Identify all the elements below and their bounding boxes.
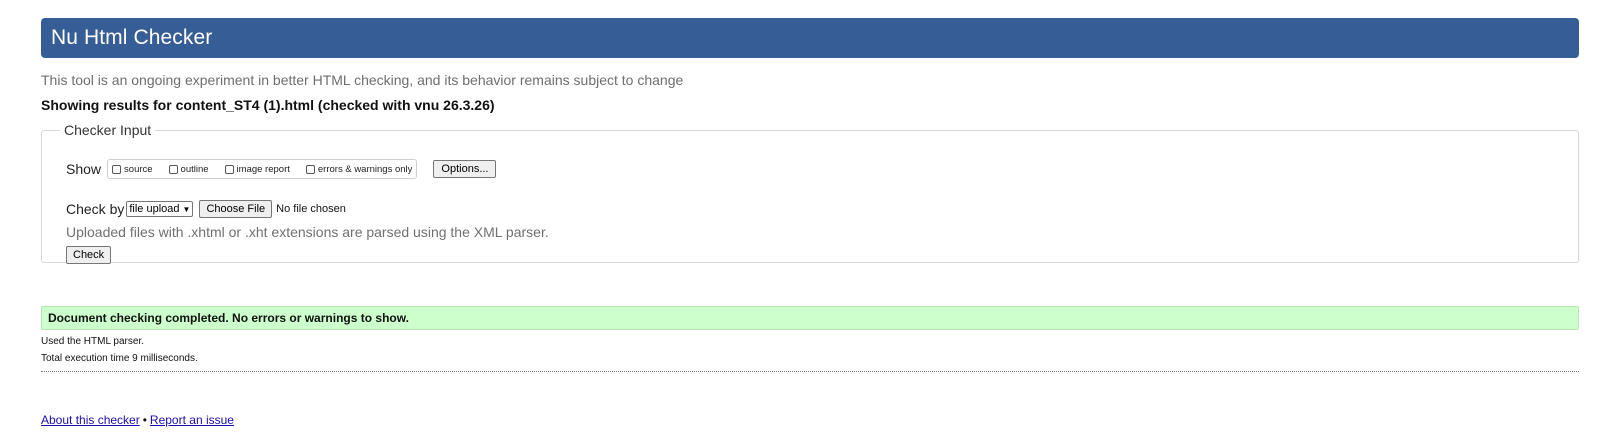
errors-warnings-checkbox[interactable] bbox=[305, 164, 315, 174]
results-heading: Showing results for content_ST4 (1).html… bbox=[41, 97, 495, 113]
header-bar: Nu Html Checker bbox=[41, 18, 1579, 58]
outline-checkbox-label: outline bbox=[180, 163, 209, 175]
show-image-report-option[interactable]: image report bbox=[224, 163, 290, 175]
source-checkbox-label: source bbox=[124, 163, 153, 175]
xml-parser-note: Uploaded files with .xhtml or .xht exten… bbox=[66, 224, 549, 240]
image-report-checkbox-label: image report bbox=[236, 163, 290, 175]
about-checker-link[interactable]: About this checker bbox=[41, 413, 140, 427]
footer: About this checker • Report an issue bbox=[41, 413, 234, 427]
show-label: Show bbox=[66, 161, 102, 177]
success-message: Document checking completed. No errors o… bbox=[41, 306, 1579, 330]
check-by-row: Check by file upload ▼ Choose File No fi… bbox=[66, 200, 346, 218]
errors-warnings-checkbox-label: errors & warnings only bbox=[317, 163, 413, 175]
options-button[interactable]: Options... bbox=[433, 160, 497, 178]
execution-time: Total execution time 9 milliseconds. bbox=[41, 353, 198, 364]
outline-checkbox[interactable] bbox=[168, 164, 178, 174]
source-checkbox[interactable] bbox=[112, 164, 122, 174]
footer-separator: • bbox=[142, 413, 147, 427]
page: Nu Html Checker This tool is an ongoing … bbox=[0, 0, 1600, 448]
choose-file-button[interactable]: Choose File bbox=[199, 200, 273, 218]
image-report-checkbox[interactable] bbox=[224, 164, 234, 174]
show-source-option[interactable]: source bbox=[112, 164, 153, 175]
check-by-label: Check by bbox=[66, 201, 125, 217]
no-file-chosen-text: No file chosen bbox=[276, 203, 346, 215]
check-by-select[interactable]: file upload ▼ bbox=[126, 201, 194, 217]
show-options-row: Show source outline image report errors … bbox=[66, 159, 497, 179]
show-options-group: source outline image report errors & war… bbox=[107, 159, 418, 179]
show-errors-warnings-option[interactable]: errors & warnings only bbox=[305, 163, 413, 175]
page-title: Nu Html Checker bbox=[51, 26, 213, 49]
check-by-selected-value: file upload bbox=[129, 203, 180, 215]
checker-input-fieldset: Checker Input Show source outline image … bbox=[41, 122, 1579, 264]
report-issue-link[interactable]: Report an issue bbox=[150, 413, 234, 427]
show-outline-option[interactable]: outline bbox=[168, 163, 209, 175]
parser-info: Used the HTML parser. bbox=[41, 336, 145, 347]
check-button[interactable]: Check bbox=[66, 246, 112, 264]
checker-input-legend: Checker Input bbox=[64, 122, 152, 138]
chevron-down-icon: ▼ bbox=[182, 204, 191, 214]
dotted-divider bbox=[41, 371, 1579, 372]
experiment-notice: This tool is an ongoing experiment in be… bbox=[41, 72, 684, 88]
